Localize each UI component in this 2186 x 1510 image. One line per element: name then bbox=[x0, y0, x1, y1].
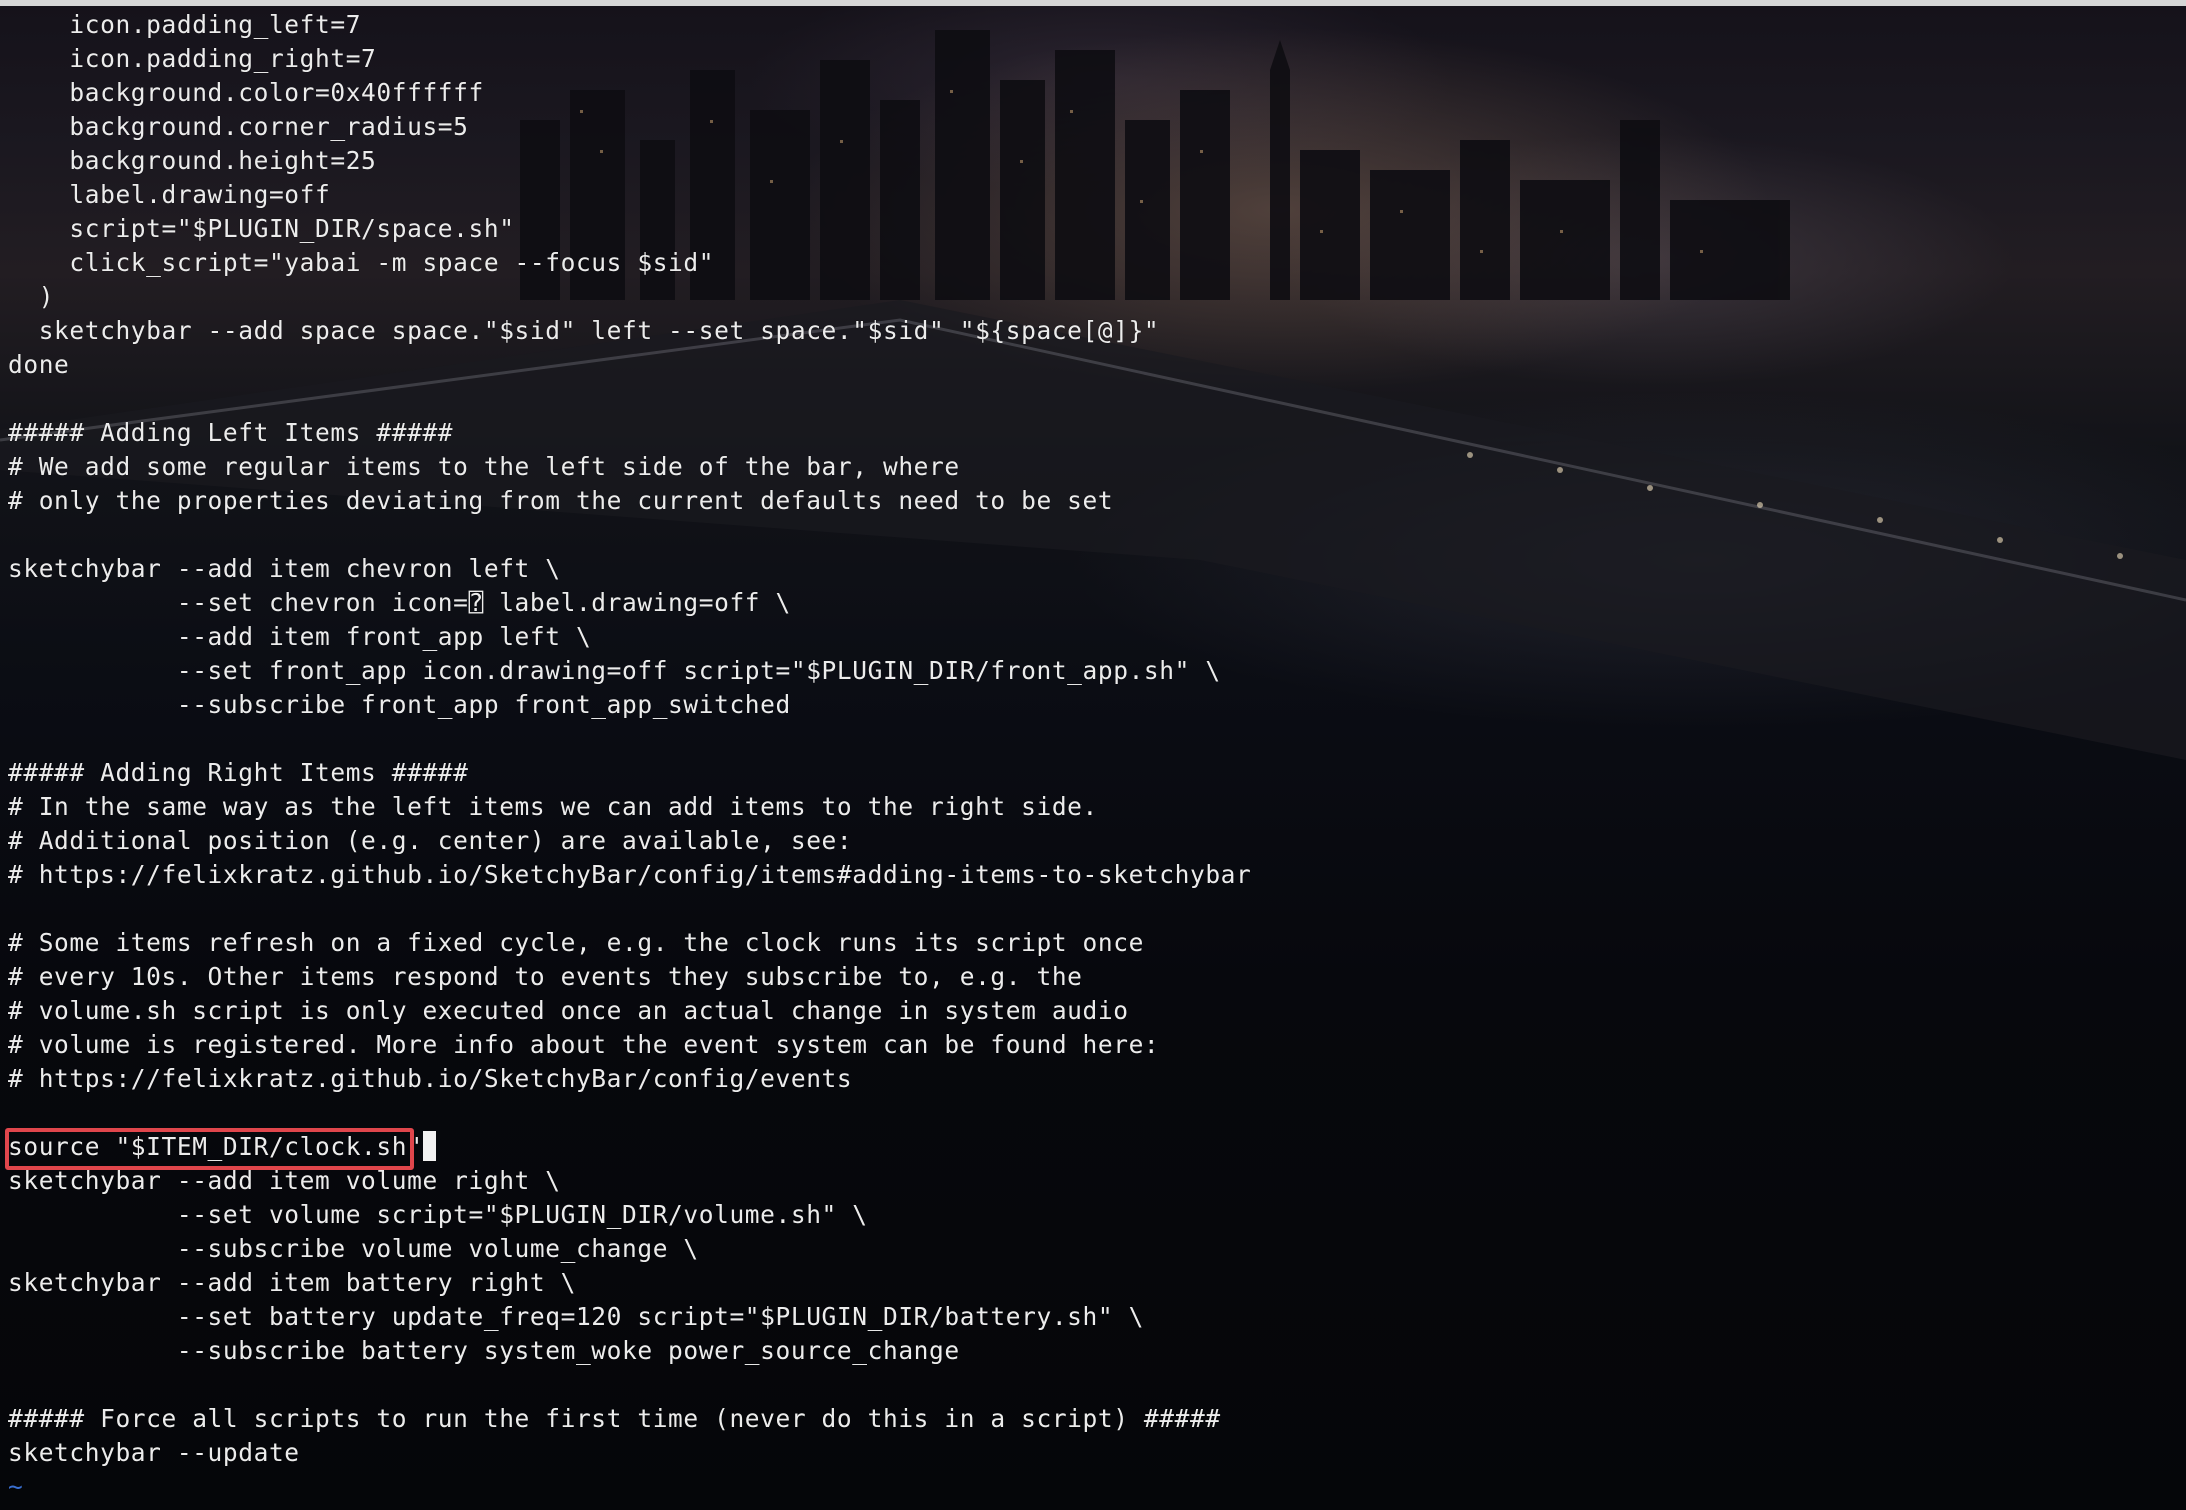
comment-line: # In the same way as the left items we c… bbox=[8, 792, 1098, 821]
code-line: background.color=0x40ffffff bbox=[8, 78, 484, 107]
code-line: background.corner_radius=5 bbox=[8, 112, 469, 141]
code-line: --set chevron icon=⍰ label.drawing=off \ bbox=[8, 588, 791, 617]
code-line: --subscribe volume volume_change \ bbox=[8, 1234, 699, 1263]
code-line: click_script="yabai -m space --focus $si… bbox=[8, 248, 715, 277]
code-line: --subscribe front_app front_app_switched bbox=[8, 690, 791, 719]
code-line: --set battery update_freq=120 script="$P… bbox=[8, 1302, 1144, 1331]
code-line: icon.padding_left=7 bbox=[8, 10, 362, 39]
code-line: --add item front_app left \ bbox=[8, 622, 592, 651]
code-line: background.height=25 bbox=[8, 146, 377, 175]
code-line: sketchybar --add item battery right \ bbox=[8, 1268, 576, 1297]
comment-line: ##### Adding Right Items ##### bbox=[8, 758, 469, 787]
code-line: --subscribe battery system_woke power_so… bbox=[8, 1336, 960, 1365]
comment-line: ##### Adding Left Items ##### bbox=[8, 418, 454, 447]
comment-line: # https://felixkratz.github.io/SketchyBa… bbox=[8, 1064, 853, 1093]
comment-line: # We add some regular items to the left … bbox=[8, 452, 960, 481]
code-line: --set volume script="$PLUGIN_DIR/volume.… bbox=[8, 1200, 868, 1229]
text-cursor bbox=[423, 1131, 437, 1161]
comment-line: # Additional position (e.g. center) are … bbox=[8, 826, 853, 855]
code-line: sketchybar --add item chevron left \ bbox=[8, 554, 561, 583]
comment-line: # every 10s. Other items respond to even… bbox=[8, 962, 1083, 991]
code-line: script="$PLUGIN_DIR/space.sh" bbox=[8, 214, 515, 243]
highlight-annotation-box bbox=[5, 1128, 414, 1170]
terminal-editor[interactable]: icon.padding_left=7 icon.padding_right=7… bbox=[8, 8, 2178, 1504]
comment-line: # https://felixkratz.github.io/SketchyBa… bbox=[8, 860, 1252, 889]
code-line: --set front_app icon.drawing=off script=… bbox=[8, 656, 1221, 685]
comment-line: # volume is registered. More info about … bbox=[8, 1030, 1160, 1059]
comment-line: # only the properties deviating from the… bbox=[8, 486, 1114, 515]
code-line: sketchybar --add space space."$sid" left… bbox=[8, 316, 1160, 345]
comment-line: # Some items refresh on a fixed cycle, e… bbox=[8, 928, 1144, 957]
code-line: ) bbox=[8, 282, 55, 311]
code-line: sketchybar --update bbox=[8, 1438, 300, 1467]
comment-line: # volume.sh script is only executed once… bbox=[8, 996, 1129, 1025]
window-top-edge bbox=[0, 0, 2186, 6]
code-line: icon.padding_right=7 bbox=[8, 44, 377, 73]
empty-buffer-tilde: ~ bbox=[8, 1472, 24, 1501]
comment-line: ##### Force all scripts to run the first… bbox=[8, 1404, 1221, 1433]
code-line: done bbox=[8, 350, 70, 379]
code-line: label.drawing=off bbox=[8, 180, 331, 209]
